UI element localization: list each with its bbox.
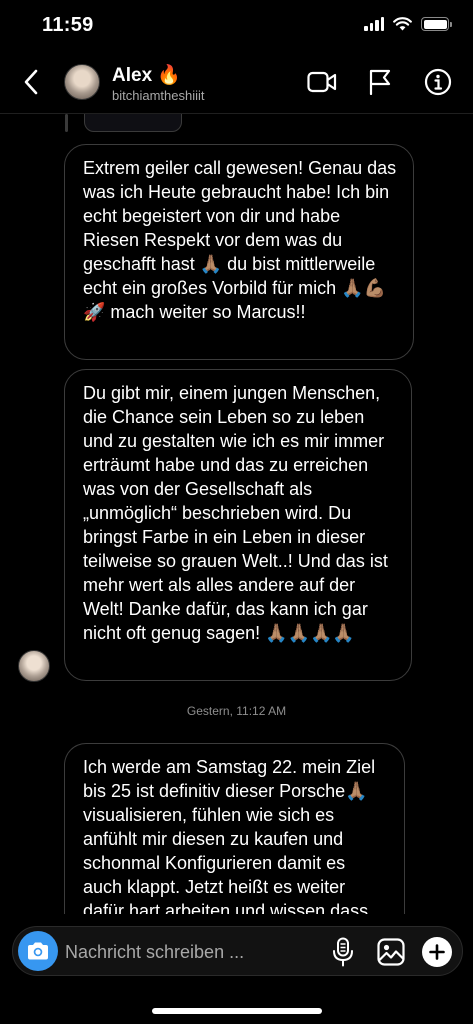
dm-screen: 11:59 Alex 🔥 bitchiamtheshiiit Extrem ge… (0, 0, 473, 1024)
camera-button[interactable] (18, 931, 58, 971)
chat-header: Alex 🔥 bitchiamtheshiiit (0, 50, 473, 114)
wifi-icon (393, 17, 412, 31)
message-list[interactable]: Extrem geiler call gewesen! Genau das wa… (0, 114, 473, 914)
status-time: 11:59 (42, 14, 94, 36)
contact-name[interactable]: Alex 🔥 (112, 63, 181, 87)
voice-message-button[interactable] (326, 935, 360, 969)
message-composer (12, 926, 463, 976)
more-options-button[interactable] (422, 937, 452, 967)
info-button[interactable] (421, 65, 455, 99)
contact-avatar[interactable] (64, 64, 100, 100)
video-camera-icon (307, 71, 337, 93)
chevron-left-icon (24, 69, 38, 95)
info-icon (424, 68, 452, 96)
plus-icon (429, 944, 445, 960)
sender-avatar[interactable] (18, 650, 50, 682)
home-indicator[interactable] (152, 1008, 322, 1014)
gallery-button[interactable] (374, 935, 408, 969)
battery-icon (421, 17, 452, 31)
message-bubble[interactable]: Du gibt mir, einem jungen Menschen, die … (64, 369, 412, 681)
message-input[interactable] (65, 938, 315, 966)
header-actions (305, 65, 455, 99)
contact-username[interactable]: bitchiamtheshiiit (112, 88, 205, 103)
back-button[interactable] (16, 66, 46, 98)
video-call-button[interactable] (305, 65, 339, 99)
message-bubble[interactable]: Ich werde am Samstag 22. mein Ziel bis 2… (64, 743, 405, 914)
status-icons (364, 17, 452, 31)
message-bubble[interactable]: Extrem geiler call gewesen! Genau das wa… (64, 144, 414, 360)
reply-quote-line (65, 114, 68, 132)
status-bar: 11:59 (0, 0, 473, 50)
camera-icon (28, 942, 48, 960)
composer-actions (326, 935, 452, 969)
previous-message-card[interactable] (84, 114, 182, 132)
message-timestamp: Gestern, 11:12 AM (186, 704, 287, 718)
flag-icon (369, 69, 391, 95)
image-icon (377, 938, 405, 966)
cellular-signal-icon (364, 17, 384, 31)
report-button[interactable] (363, 65, 397, 99)
microphone-icon (333, 937, 353, 967)
